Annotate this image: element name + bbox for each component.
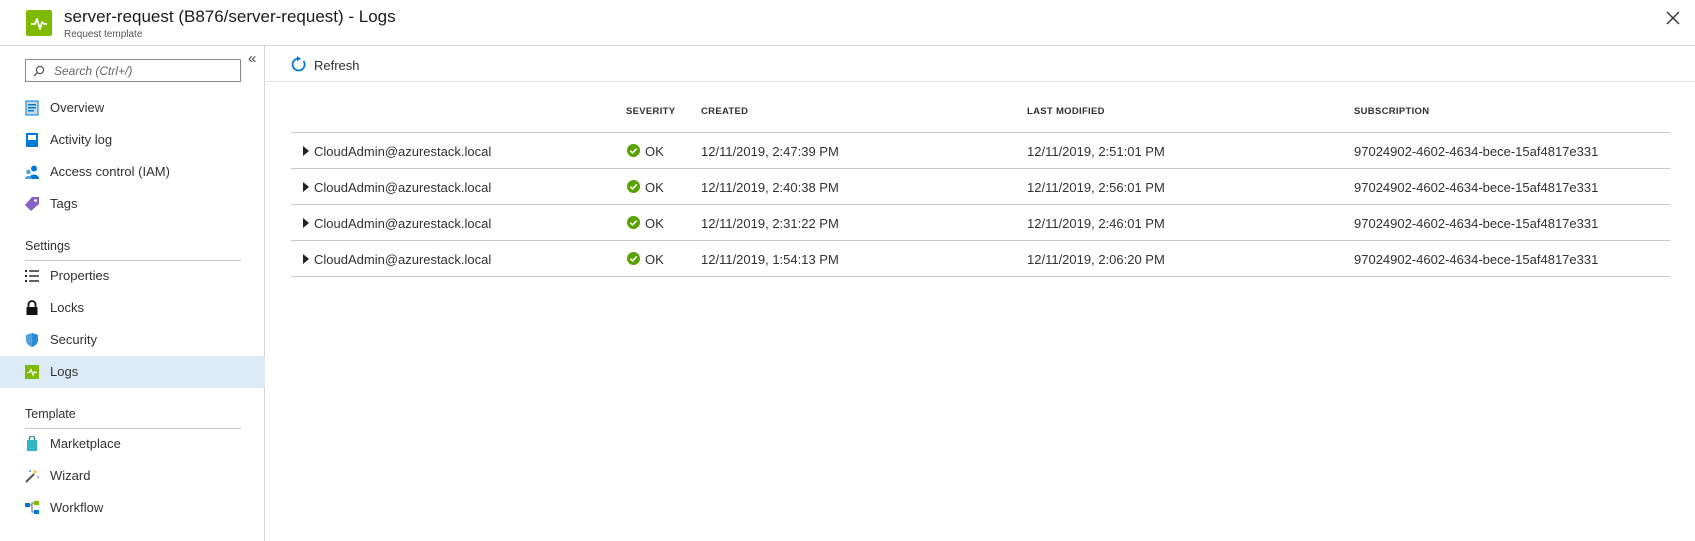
sidebar-item-overview[interactable]: Overview	[0, 92, 265, 124]
iam-icon	[24, 164, 40, 180]
lock-icon	[24, 300, 40, 316]
column-header-severity[interactable]: SEVERITY	[626, 106, 675, 117]
row-severity: OK	[645, 216, 664, 231]
column-header-created[interactable]: CREATED	[701, 106, 748, 117]
sidebar-item-workflow[interactable]: Workflow	[0, 492, 265, 524]
sidebar-item-tags[interactable]: Tags	[0, 188, 265, 220]
success-check-icon	[627, 144, 640, 157]
overview-icon	[24, 100, 40, 116]
refresh-label: Refresh	[314, 58, 360, 73]
row-subscription: 97024902-4602-4634-bece-15af4817e331	[1354, 252, 1599, 267]
logs-icon	[26, 10, 52, 36]
sidebar-item-label: Properties	[50, 268, 110, 283]
table-row[interactable]: CloudAdmin@azurestack.local OK 12/11/201…	[291, 169, 1670, 205]
section-template-title: Template	[25, 407, 76, 421]
row-subscription: 97024902-4602-4634-bece-15af4817e331	[1354, 144, 1599, 159]
row-user: CloudAdmin@azurestack.local	[314, 144, 492, 159]
row-user: CloudAdmin@azurestack.local	[314, 180, 492, 195]
table-row[interactable]: CloudAdmin@azurestack.local OK 12/11/201…	[291, 133, 1670, 169]
column-header-last-modified[interactable]: LAST MODIFIED	[1027, 106, 1105, 117]
row-severity: OK	[645, 252, 664, 267]
tag-icon	[24, 196, 40, 212]
sidebar-item-marketplace[interactable]: Marketplace	[0, 428, 265, 460]
sidebar-item-activity-log[interactable]: Activity log	[0, 124, 265, 156]
sidebar-item-properties[interactable]: Properties	[0, 260, 265, 292]
success-check-icon	[627, 252, 640, 265]
row-last-modified: 12/11/2019, 2:51:01 PM	[1027, 144, 1165, 159]
sidebar-item-label: Access control (IAM)	[50, 164, 170, 179]
column-header-subscription[interactable]: SUBSCRIPTION	[1354, 106, 1429, 117]
properties-icon	[24, 268, 40, 284]
row-created: 12/11/2019, 2:31:22 PM	[701, 216, 839, 231]
page-title: server-request (B876/server-request) - L…	[64, 7, 396, 26]
success-check-icon	[627, 216, 640, 229]
command-bar: Refresh	[266, 46, 1695, 82]
sidebar-item-iam[interactable]: Access control (IAM)	[0, 156, 265, 188]
sidebar-item-label: Tags	[50, 196, 78, 211]
sidebar-item-label: Activity log	[50, 132, 113, 147]
table-row[interactable]: CloudAdmin@azurestack.local OK 12/11/201…	[291, 205, 1670, 241]
sidebar-item-label: Marketplace	[50, 436, 121, 451]
refresh-icon	[291, 56, 306, 72]
row-last-modified: 12/11/2019, 2:46:01 PM	[1027, 216, 1165, 231]
shield-icon	[24, 332, 40, 348]
row-user: CloudAdmin@azurestack.local	[314, 252, 492, 267]
sidebar-item-security[interactable]: Security	[0, 324, 265, 356]
sidebar-item-label: Logs	[50, 364, 79, 379]
sidebar: « Overview Activity log Access control (…	[0, 46, 265, 541]
sidebar-item-wizard[interactable]: Wizard	[0, 460, 265, 492]
workflow-icon	[24, 500, 40, 516]
row-severity: OK	[645, 180, 664, 195]
marketplace-icon	[24, 436, 40, 452]
row-last-modified: 12/11/2019, 2:56:01 PM	[1027, 180, 1165, 195]
row-last-modified: 12/11/2019, 2:06:20 PM	[1027, 252, 1165, 267]
sidebar-item-locks[interactable]: Locks	[0, 292, 265, 324]
expand-caret-icon[interactable]	[303, 254, 309, 264]
row-created: 12/11/2019, 2:47:39 PM	[701, 144, 839, 159]
search-input[interactable]	[54, 60, 238, 81]
sidebar-item-logs[interactable]: Logs	[0, 356, 265, 388]
activity-log-icon	[24, 132, 40, 148]
sidebar-item-label: Workflow	[50, 500, 104, 515]
row-severity: OK	[645, 144, 664, 159]
expand-caret-icon[interactable]	[303, 218, 309, 228]
sidebar-item-label: Wizard	[50, 468, 91, 483]
search-box[interactable]	[25, 59, 241, 82]
search-icon	[33, 65, 45, 77]
expand-caret-icon[interactable]	[303, 146, 309, 156]
row-subscription: 97024902-4602-4634-bece-15af4817e331	[1354, 180, 1599, 195]
success-check-icon	[627, 180, 640, 193]
section-settings-title: Settings	[25, 239, 71, 253]
row-created: 12/11/2019, 1:54:13 PM	[701, 252, 839, 267]
row-user: CloudAdmin@azurestack.local	[314, 216, 492, 231]
blade-header: server-request (B876/server-request) - L…	[0, 0, 1695, 46]
close-icon[interactable]	[1663, 8, 1683, 28]
wizard-icon	[24, 468, 40, 484]
sidebar-item-label: Security	[50, 332, 97, 347]
sidebar-item-label: Locks	[50, 300, 84, 315]
page-subtitle: Request template	[64, 29, 143, 40]
table-row[interactable]: CloudAdmin@azurestack.local OK 12/11/201…	[291, 241, 1670, 277]
row-created: 12/11/2019, 2:40:38 PM	[701, 180, 839, 195]
expand-caret-icon[interactable]	[303, 182, 309, 192]
sidebar-item-label: Overview	[50, 100, 105, 115]
collapse-sidebar-button[interactable]: «	[248, 50, 256, 67]
row-subscription: 97024902-4602-4634-bece-15af4817e331	[1354, 216, 1599, 231]
logs-icon	[24, 364, 40, 380]
